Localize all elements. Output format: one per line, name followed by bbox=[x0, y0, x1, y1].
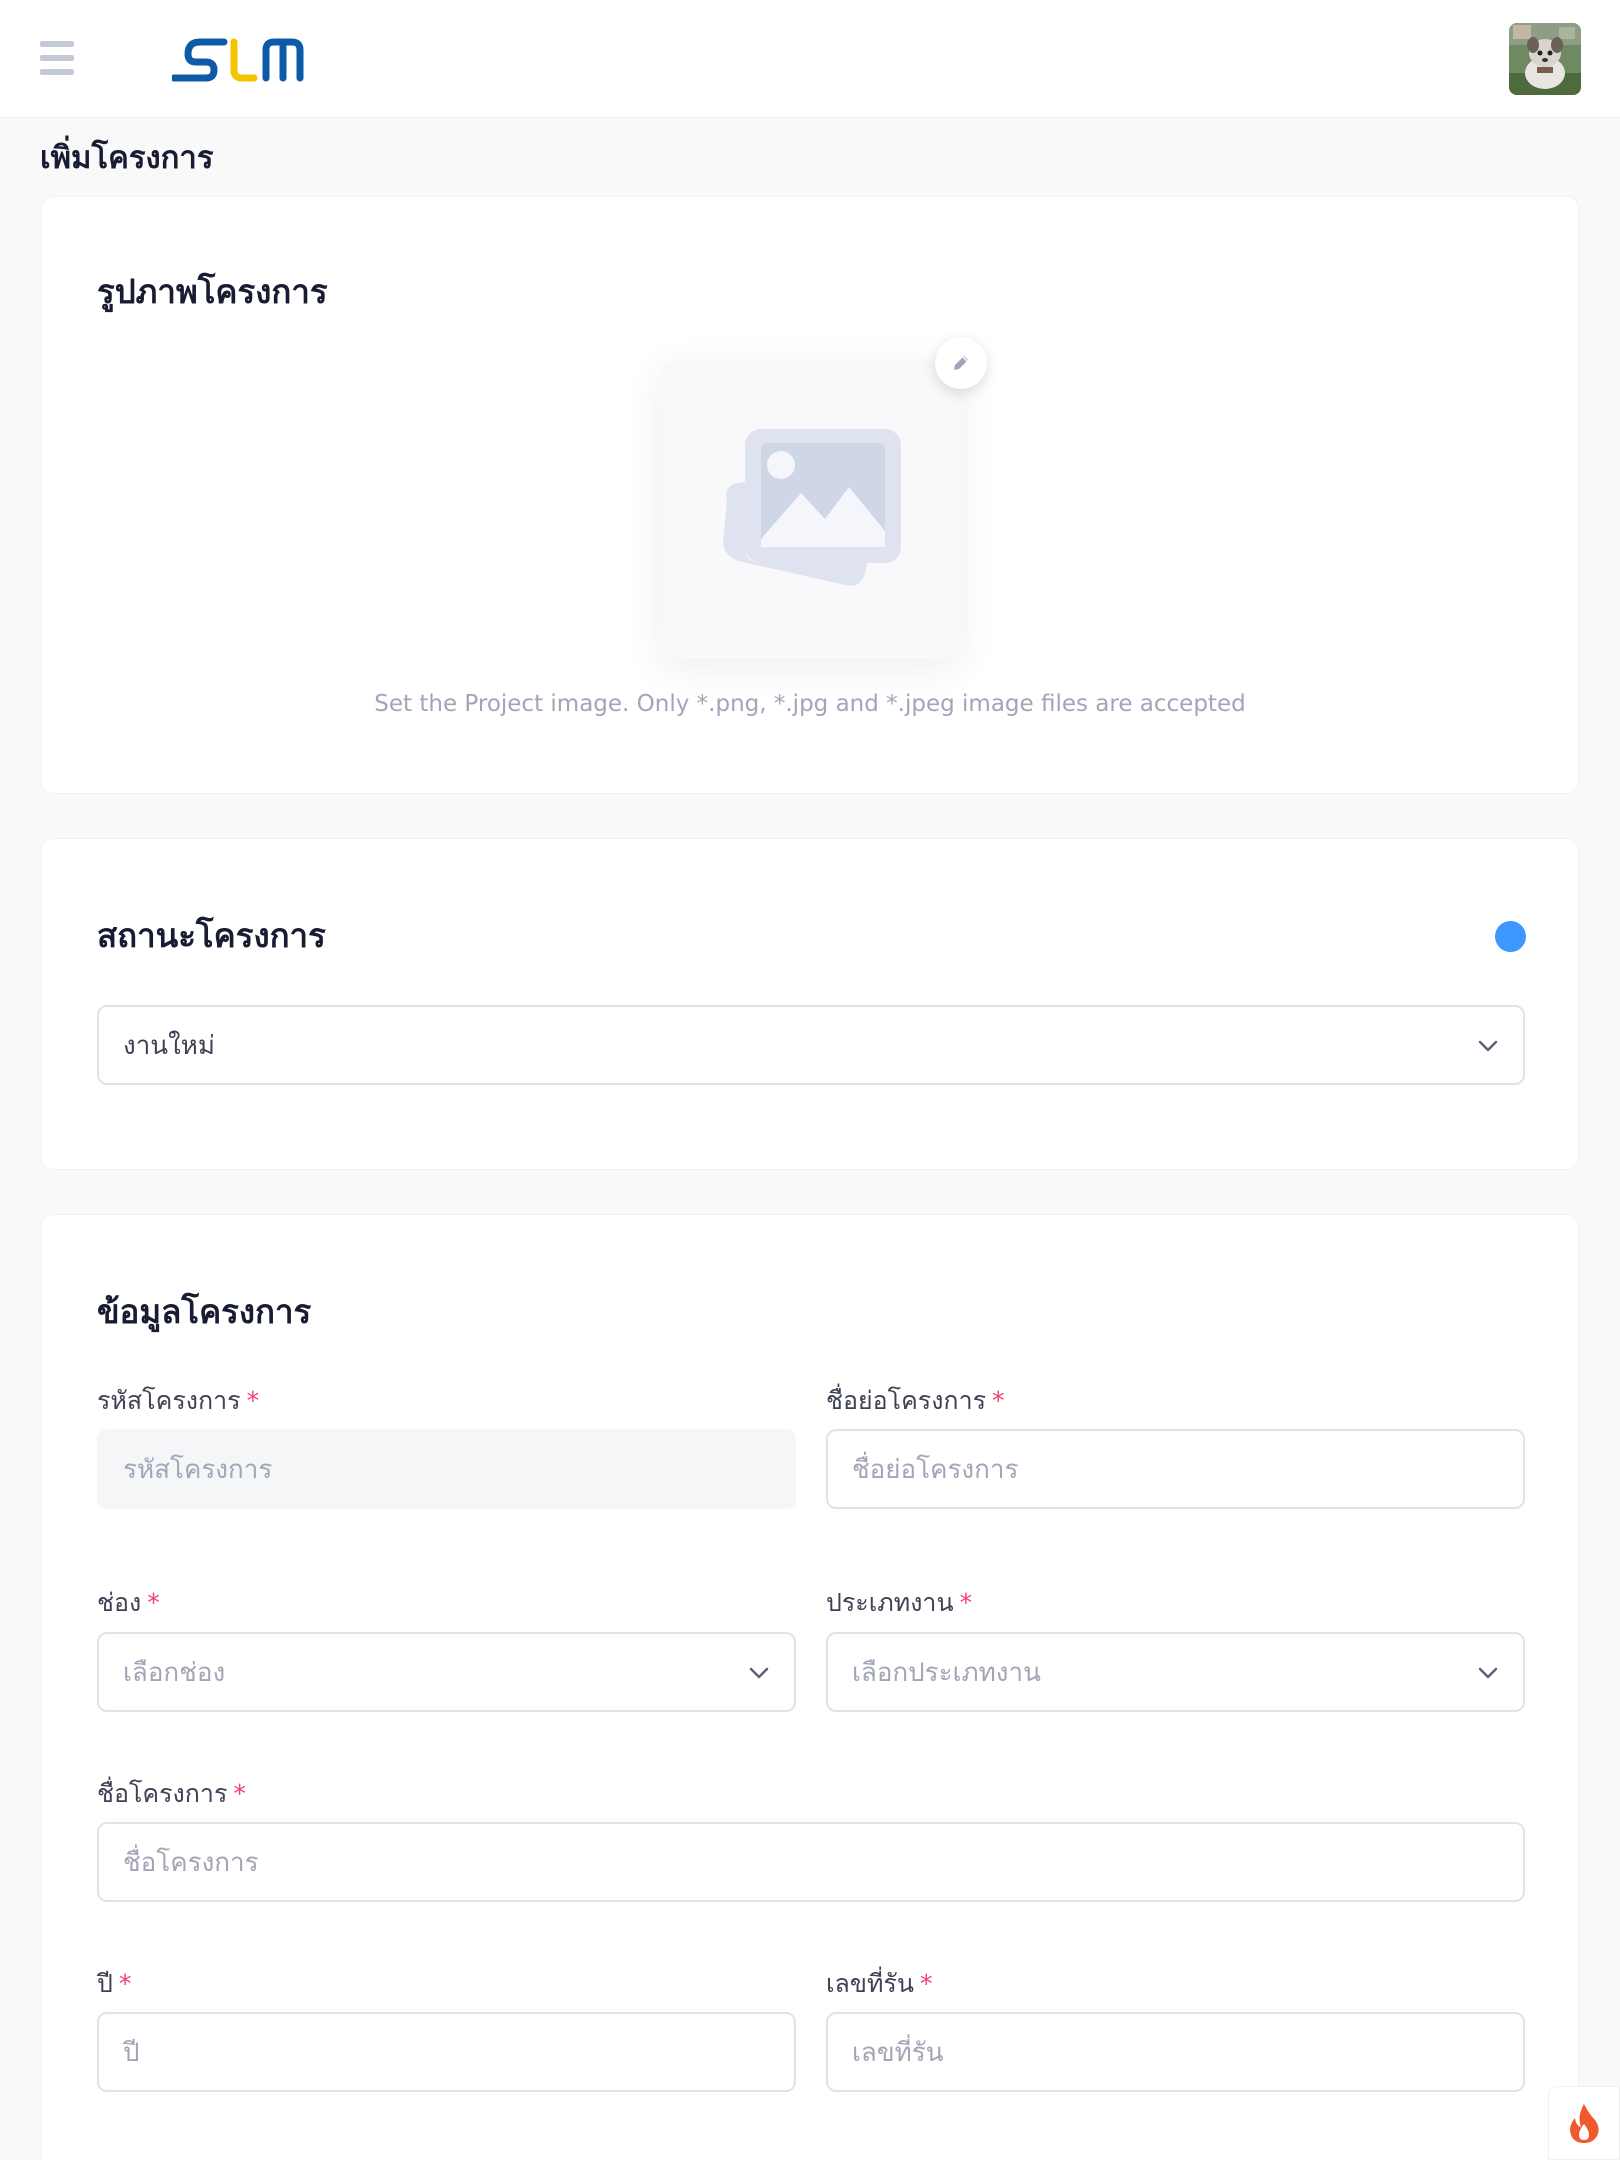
year-label-text: ปี bbox=[97, 1969, 113, 1998]
project-image-card: รูปภาพโครงการ Set the Project image. Onl… bbox=[41, 196, 1579, 794]
channel-select[interactable]: เลือกช่อง bbox=[97, 1632, 796, 1712]
project-image-upload[interactable] bbox=[661, 361, 961, 659]
project-status-select[interactable]: งานใหม่ bbox=[97, 1005, 1525, 1085]
required-mark: * bbox=[147, 1588, 160, 1617]
project-status-card: สถานะโครงการ งานใหม่ bbox=[41, 838, 1579, 1170]
channel-placeholder: เลือกช่อง bbox=[123, 1657, 226, 1688]
project-code-placeholder: รหัสโครงการ bbox=[123, 1454, 273, 1485]
required-mark: * bbox=[233, 1779, 246, 1808]
page-title: เพิ่มโครงการ bbox=[40, 140, 214, 176]
channel-label: ช่อง * bbox=[97, 1583, 160, 1623]
floating-action-button[interactable] bbox=[1548, 2086, 1620, 2160]
required-mark: * bbox=[919, 1969, 933, 1998]
required-mark: * bbox=[992, 1386, 1005, 1415]
image-placeholder-icon bbox=[723, 429, 901, 586]
project-info-title: ข้อมูลโครงการ bbox=[97, 1292, 312, 1331]
year-placeholder: ปี bbox=[123, 2037, 140, 2068]
year-input[interactable]: ปี bbox=[97, 2012, 796, 2092]
project-status-title: สถานะโครงการ bbox=[97, 916, 326, 955]
required-mark: * bbox=[246, 1386, 260, 1415]
project-code-label: รหัสโครงการ * bbox=[97, 1381, 259, 1421]
project-code-label-text: รหัสโครงการ bbox=[97, 1386, 241, 1415]
channel-label-text: ช่อง bbox=[97, 1588, 142, 1617]
pencil-icon bbox=[954, 356, 968, 370]
year-label: ปี * bbox=[97, 1964, 131, 2004]
run-number-placeholder: เลขที่รัน bbox=[852, 2037, 944, 2068]
required-mark: * bbox=[118, 1969, 132, 1998]
required-mark: * bbox=[959, 1588, 973, 1617]
fire-icon bbox=[1570, 2104, 1599, 2143]
run-number-label-text: เลขที่รัน bbox=[826, 1969, 914, 1998]
project-short-name-input[interactable]: ชื่อย่อโครงการ bbox=[826, 1429, 1525, 1509]
chevron-down-icon bbox=[749, 1667, 769, 1679]
chevron-down-icon bbox=[1478, 1040, 1498, 1052]
project-short-name-label: ชื่อย่อโครงการ * bbox=[826, 1381, 1005, 1421]
project-info-card: ข้อมูลโครงการ รหัสโครงการ * รหัสโครงการ ช… bbox=[41, 1214, 1579, 2160]
run-number-input[interactable]: เลขที่รัน bbox=[826, 2012, 1525, 2092]
image-format-hint: Set the Project image. Only *.png, *.jpg… bbox=[374, 691, 1246, 717]
top-header bbox=[0, 0, 1620, 118]
chevron-down-icon bbox=[1478, 1667, 1498, 1679]
slm-logo[interactable] bbox=[172, 34, 308, 84]
work-type-label-text: ประเภทงาน bbox=[826, 1588, 954, 1617]
edit-image-button[interactable] bbox=[935, 337, 987, 389]
work-type-select[interactable]: เลือกประเภทงาน bbox=[826, 1632, 1525, 1712]
user-avatar[interactable] bbox=[1509, 23, 1581, 95]
project-name-input[interactable]: ชื่อโครงการ bbox=[97, 1822, 1525, 1902]
work-type-placeholder: เลือกประเภทงาน bbox=[852, 1657, 1041, 1688]
project-name-placeholder: ชื่อโครงการ bbox=[123, 1847, 259, 1878]
project-image-title: รูปภาพโครงการ bbox=[97, 272, 328, 311]
project-name-label-text: ชื่อโครงการ bbox=[97, 1779, 228, 1808]
project-code-input[interactable]: รหัสโครงการ bbox=[97, 1429, 796, 1509]
hamburger-menu-icon[interactable] bbox=[40, 41, 74, 75]
project-name-label: ชื่อโครงการ * bbox=[97, 1774, 246, 1814]
project-status-value: งานใหม่ bbox=[123, 1030, 216, 1061]
status-indicator-dot bbox=[1495, 921, 1526, 952]
work-type-label: ประเภทงาน * bbox=[826, 1583, 972, 1623]
run-number-label: เลขที่รัน * bbox=[826, 1964, 932, 2004]
project-short-name-label-text: ชื่อย่อโครงการ bbox=[826, 1386, 987, 1415]
project-short-name-placeholder: ชื่อย่อโครงการ bbox=[852, 1454, 1019, 1485]
